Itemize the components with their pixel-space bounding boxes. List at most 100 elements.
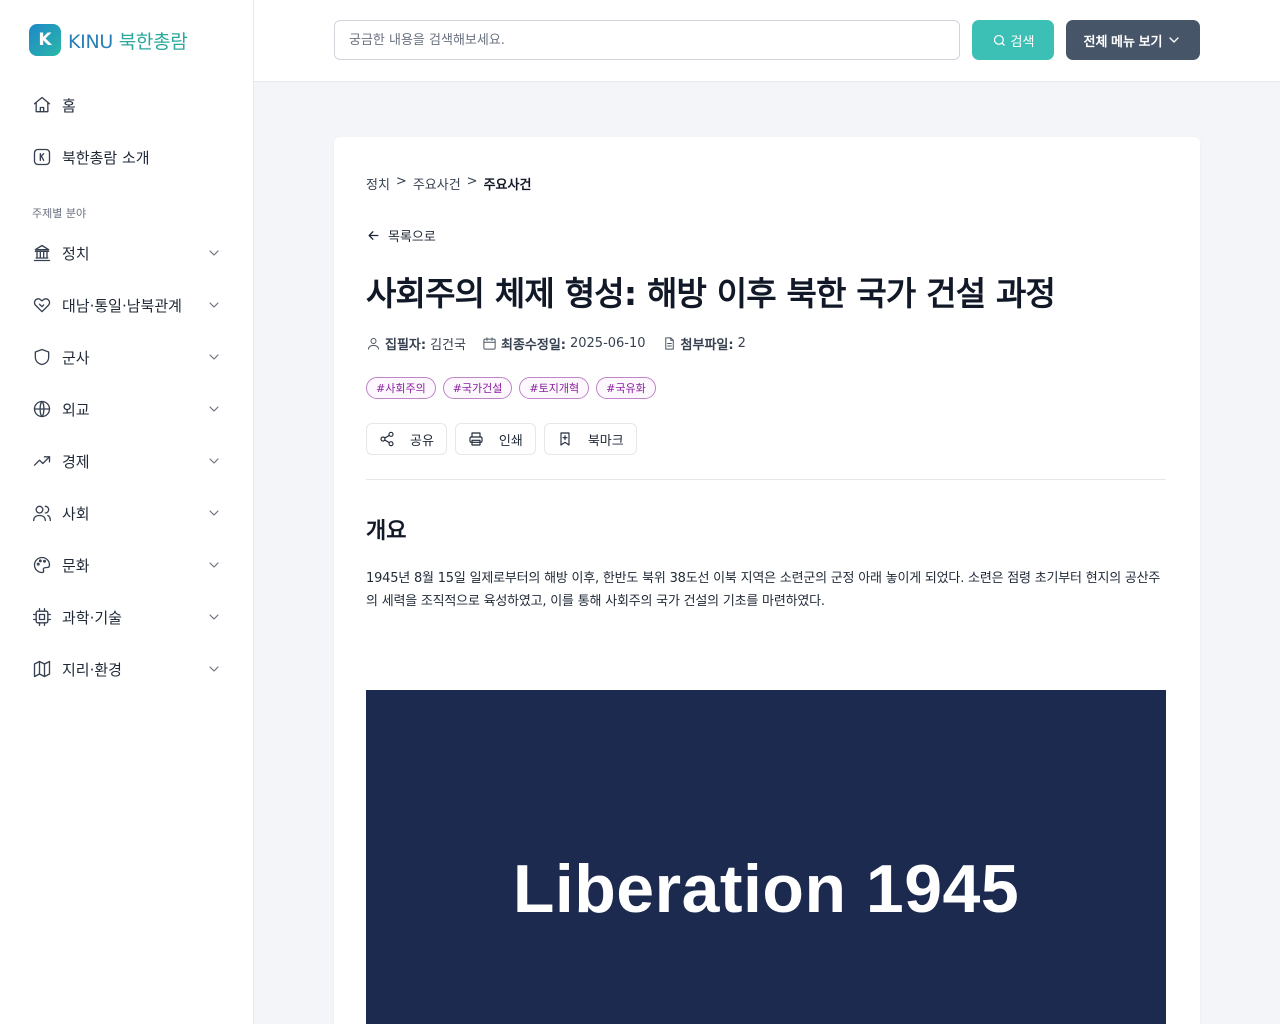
landmark-icon xyxy=(31,242,53,264)
bookmark-button[interactable]: 북마크 xyxy=(543,423,637,455)
attachments-meta[interactable]: 첨부파일: 2 xyxy=(662,334,746,353)
share-label: 공유 xyxy=(410,432,434,448)
sidebar-item-about[interactable]: 북한총람 소개 xyxy=(31,142,226,172)
hero-image: Liberation 1945 xyxy=(366,690,1166,1024)
cpu-icon xyxy=(31,606,53,628)
sidebar: K KINU 북한총람 홈 북한총람 소개 주제별 분야 정치 대남·통일·남북… xyxy=(0,0,254,1024)
full-menu-label: 전체 메뉴 보기 xyxy=(1083,33,1163,49)
breadcrumb-separator: > xyxy=(466,174,478,189)
sidebar-item-military[interactable]: 군사 xyxy=(31,342,226,372)
updated-value: 2025-06-10 xyxy=(569,336,646,351)
chevron-down-icon xyxy=(206,245,222,261)
tag[interactable]: #국가건설 xyxy=(442,377,513,399)
print-label: 인쇄 xyxy=(498,432,523,448)
sidebar-item-label: 지리·환경 xyxy=(62,660,122,679)
sidebar-item-science[interactable]: 과학·기술 xyxy=(31,602,226,632)
sidebar-item-diplomacy[interactable]: 외교 xyxy=(31,394,226,424)
chevron-down-icon xyxy=(206,557,222,573)
logo-text: KINU 북한총람 xyxy=(68,27,188,54)
sidebar-item-politics[interactable]: 정치 xyxy=(31,238,226,268)
author-meta: 집필자: 김건국 xyxy=(366,334,466,353)
sidebar-item-label: 사회 xyxy=(62,504,90,523)
breadcrumb-item[interactable]: 정치 xyxy=(366,174,390,193)
author-label: 집필자: xyxy=(385,338,427,353)
tag[interactable]: #토지개혁 xyxy=(519,377,590,399)
bookmark-label: 북마크 xyxy=(587,432,624,448)
k-box-icon xyxy=(31,146,53,168)
logo-mark: K xyxy=(29,24,61,56)
tag[interactable]: #국유화 xyxy=(596,377,656,399)
bookmark-plus-icon xyxy=(560,432,570,446)
sidebar-item-label: 정치 xyxy=(62,244,90,263)
sidebar-item-culture[interactable]: 문화 xyxy=(31,550,226,580)
sidebar-section-label: 주제별 분야 xyxy=(32,207,87,220)
arrow-left-icon xyxy=(368,231,379,240)
sidebar-item-label: 홈 xyxy=(62,96,76,115)
logo[interactable]: K KINU 북한총람 xyxy=(29,24,188,56)
share-icon xyxy=(380,431,394,447)
article-meta: 집필자: 김건국 최종수정일: 2025-06-10 첨부파일: 2 xyxy=(366,334,762,353)
chevron-down-icon xyxy=(206,401,222,417)
handshake-icon xyxy=(31,294,53,316)
sidebar-item-society[interactable]: 사회 xyxy=(31,498,226,528)
chevron-down-icon xyxy=(1169,37,1180,43)
search-button[interactable]: 검색 xyxy=(972,20,1054,60)
updated-meta: 최종수정일: 2025-06-10 xyxy=(482,334,646,353)
home-icon xyxy=(31,94,53,116)
search-icon xyxy=(993,34,1005,46)
overview-paragraph: 1945년 8월 15일 일제로부터의 해방 이후, 한반도 북위 38도선 이… xyxy=(366,571,1161,609)
sidebar-item-home[interactable]: 홈 xyxy=(31,90,226,120)
chevron-down-icon xyxy=(206,609,222,625)
calendar-icon xyxy=(483,337,496,350)
hero-image-text: Liberation 1945 xyxy=(512,851,1020,927)
sidebar-item-economy[interactable]: 경제 xyxy=(31,446,226,476)
logo-name: 북한총람 xyxy=(118,30,188,53)
globe-icon xyxy=(31,398,53,420)
breadcrumb-separator: > xyxy=(395,174,407,189)
file-icon xyxy=(664,337,674,350)
sidebar-item-label: 외교 xyxy=(62,400,90,419)
chevron-down-icon xyxy=(206,453,222,469)
printer-icon xyxy=(469,432,483,446)
user-icon xyxy=(368,338,379,350)
breadcrumb-item[interactable]: 주요사건 xyxy=(413,174,461,193)
print-button[interactable]: 인쇄 xyxy=(454,423,536,455)
trending-up-icon xyxy=(31,450,53,472)
users-icon xyxy=(31,502,53,524)
page-title: 사회주의 체제 형성: 해방 이후 북한 국가 건설 과정 xyxy=(366,274,1056,313)
back-to-list-link[interactable]: 목록으로 xyxy=(366,226,436,245)
sidebar-item-label: 북한총람 소개 xyxy=(62,148,150,167)
sidebar-item-label: 대남·통일·남북관계 xyxy=(62,296,182,315)
sidebar-item-label: 군사 xyxy=(62,348,90,367)
top-header: 검색 전체 메뉴 보기 xyxy=(254,0,1280,82)
chevron-down-icon xyxy=(206,297,222,313)
section-heading: 개요 xyxy=(366,519,407,544)
attachments-label: 첨부파일: xyxy=(680,338,734,353)
tag-list: #사회주의 #국가건설 #토지개혁 #국유화 xyxy=(366,377,663,399)
breadcrumb: 정치 > 주요사건 > 주요사건 xyxy=(366,174,537,193)
chevron-down-icon xyxy=(206,505,222,521)
divider xyxy=(366,479,1166,480)
tag[interactable]: #사회주의 xyxy=(366,377,436,399)
full-menu-button[interactable]: 전체 메뉴 보기 xyxy=(1066,20,1200,60)
sidebar-item-label: 경제 xyxy=(62,452,90,471)
map-icon xyxy=(31,658,53,680)
attachments-count: 2 xyxy=(737,336,746,351)
chevron-down-icon xyxy=(206,661,222,677)
sidebar-item-label: 문화 xyxy=(62,556,90,575)
chevron-down-icon xyxy=(206,349,222,365)
sidebar-item-label: 과학·기술 xyxy=(62,608,122,627)
back-to-list-label: 목록으로 xyxy=(388,230,436,245)
breadcrumb-current: 주요사건 xyxy=(483,178,532,193)
sidebar-item-geography[interactable]: 지리·환경 xyxy=(31,654,226,684)
share-button[interactable]: 공유 xyxy=(366,423,447,455)
search-button-label: 검색 xyxy=(1010,33,1035,49)
palette-icon xyxy=(31,554,53,576)
updated-label: 최종수정일: xyxy=(500,338,566,353)
logo-brand: KINU xyxy=(68,30,113,53)
author-value: 김건국 xyxy=(430,338,466,353)
shield-icon xyxy=(31,346,53,368)
search-input[interactable] xyxy=(334,20,960,60)
article-actions: 공유 인쇄 북마크 xyxy=(366,423,645,455)
sidebar-item-unification[interactable]: 대남·통일·남북관계 xyxy=(31,290,226,320)
